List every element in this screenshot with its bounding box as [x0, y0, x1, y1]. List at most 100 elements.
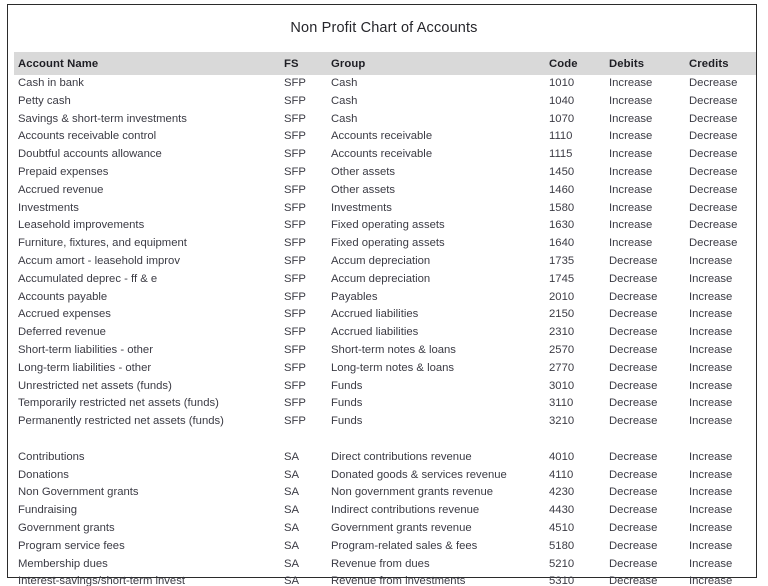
table-row[interactable]: Long-term liabilities - other SFP Long-ter… — [14, 360, 756, 378]
table-row[interactable]: Unrestricted net assets (funds) SFP Funds 3… — [14, 378, 756, 396]
cell-code: 1745 — [549, 272, 575, 285]
table-row[interactable]: Accrued revenue SFP Other assets 1460 Increa… — [14, 182, 756, 200]
cell-credits: Decrease — [689, 94, 738, 107]
cell-fs: SFP — [284, 130, 306, 143]
cell-account-name: Donations — [18, 468, 69, 481]
cell-code: 1640 — [549, 237, 575, 250]
table-row[interactable]: Leasehold improvements SFP Fixed operating… — [14, 217, 756, 235]
cell-fs: SA — [284, 468, 300, 481]
table-row[interactable]: Fundraising SA Indirect contributions reve… — [14, 502, 756, 520]
cell-group: Accounts receivable — [331, 148, 433, 161]
cell-fs: SA — [284, 575, 300, 586]
cell-group: Program-related sales & fees — [331, 539, 478, 552]
cell-fs: SA — [284, 539, 300, 552]
cell-account-name: Doubtful accounts allowance — [18, 148, 162, 161]
cell-fs: SFP — [284, 254, 306, 267]
cell-credits: Decrease — [689, 165, 738, 178]
table-header-row: Account Name FS Group Code Debits Credit… — [14, 52, 756, 75]
table-row[interactable]: Accounts receivable control SFP Accounts r… — [14, 128, 756, 146]
cell-fs: SFP — [284, 379, 306, 392]
column-header-group[interactable]: Group — [331, 52, 549, 75]
cell-fs: SFP — [284, 112, 306, 125]
table-row[interactable]: Accumulated deprec - ff & e SFP Accum depr… — [14, 271, 756, 289]
cell-fs: SA — [284, 521, 300, 534]
cell-credits: Increase — [689, 521, 733, 534]
cell-account-name: Accumulated deprec - ff & e — [18, 272, 158, 285]
cell-credits: Increase — [689, 557, 733, 570]
table-row[interactable]: Temporarily restricted net assets (funds… — [14, 395, 756, 413]
cell-group: Other assets — [331, 165, 396, 178]
table-spacer-cell — [549, 431, 609, 449]
cell-debits: Decrease — [609, 397, 658, 410]
cell-group: Cash — [331, 112, 358, 125]
table-row[interactable]: Petty cash SFP Cash 1040 Increase Decrease — [14, 93, 756, 111]
table-row[interactable]: Program service fees SA Program-related sa… — [14, 538, 756, 556]
cell-fs: SFP — [284, 183, 306, 196]
cell-fs: SA — [284, 486, 300, 499]
table-row[interactable]: Short-term liabilities - other SFP Short-t… — [14, 342, 756, 360]
cell-group: Government grants revenue — [331, 521, 472, 534]
cell-group: Revenue from dues — [331, 557, 430, 570]
table-row[interactable]: Government grants SA Government grants rev… — [14, 520, 756, 538]
cell-credits: Decrease — [689, 130, 738, 143]
column-header-credits[interactable]: Credits — [689, 52, 756, 75]
table-row[interactable]: Non Government grants SA Non government gr… — [14, 484, 756, 502]
cell-code: 2150 — [549, 308, 575, 321]
cell-account-name: Government grants — [18, 521, 115, 534]
cell-account-name: Leasehold improvements — [18, 219, 145, 232]
table-spacer-cell — [609, 431, 689, 449]
cell-fs: SFP — [284, 397, 306, 410]
cell-credits: Decrease — [689, 237, 738, 250]
cell-fs: SFP — [284, 290, 306, 303]
table-row[interactable]: Accrued expenses SFP Accrued liabilities 21… — [14, 306, 756, 324]
cell-account-name: Cash in bank — [18, 77, 84, 89]
table-row[interactable]: Prepaid expenses SFP Other assets 1450 Incre… — [14, 164, 756, 182]
cell-debits: Increase — [609, 77, 653, 89]
chart-of-accounts-table-wrap: Account Name FS Group Code Debits Credit… — [14, 52, 756, 586]
table-row[interactable]: Accounts payable SFP Payables 2010 Decrease I… — [14, 289, 756, 307]
cell-fs: SFP — [284, 219, 306, 232]
cell-debits: Decrease — [609, 361, 658, 374]
table-row[interactable]: Interest-savings/short-term invest SA Reve… — [14, 573, 756, 586]
cell-code: 2570 — [549, 343, 575, 356]
document-page: Non Profit Chart of Accounts Account Nam… — [0, 0, 768, 586]
table-row[interactable]: Furniture, fixtures, and equipment SFP Fix… — [14, 235, 756, 253]
cell-credits: Increase — [689, 486, 733, 499]
cell-fs: SFP — [284, 94, 306, 107]
cell-code: 1115 — [549, 148, 573, 161]
table-row[interactable]: Deferred revenue SFP Accrued liabilities 23… — [14, 324, 756, 342]
cell-code: 5180 — [549, 539, 575, 552]
table-row[interactable]: Accum amort - leasehold improv SFP Accum d… — [14, 253, 756, 271]
table-row[interactable]: Membership dues SA Revenue from dues 5210 De… — [14, 556, 756, 574]
cell-group: Investments — [331, 201, 392, 214]
cell-account-name: Fundraising — [18, 504, 78, 517]
table-row[interactable]: Investments SFP Investments 1580 Increase Dec… — [14, 200, 756, 218]
cell-code: 4110 — [549, 468, 574, 481]
table-row[interactable]: Doubtful accounts allowance SFP Accounts r… — [14, 146, 756, 164]
cell-code: 3210 — [549, 415, 575, 428]
cell-credits: Increase — [689, 397, 733, 410]
cell-code: 4510 — [549, 521, 575, 534]
table-row[interactable]: Contributions SA Direct contributions reve… — [14, 449, 756, 467]
cell-group: Revenue from investments — [331, 575, 466, 586]
table-row[interactable]: Cash in bank SFP Cash 1010 Increase Decrease — [14, 75, 756, 93]
cell-debits: Decrease — [609, 290, 658, 303]
table-row[interactable]: Permanently restricted net assets (funds… — [14, 413, 756, 431]
cell-code: 5210 — [549, 557, 575, 570]
column-header-debits[interactable]: Debits — [609, 52, 689, 75]
cell-debits: Decrease — [609, 468, 658, 481]
cell-credits: Increase — [689, 326, 733, 339]
table-row[interactable]: Savings & short-term investments SFP Cash 1… — [14, 111, 756, 129]
cell-group: Short-term notes & loans — [331, 343, 456, 356]
cell-account-name: Accum amort - leasehold improv — [18, 254, 180, 267]
cell-debits: Increase — [609, 148, 653, 161]
cell-code: 1630 — [549, 219, 575, 232]
cell-code: 1735 — [549, 254, 575, 267]
cell-credits: Decrease — [689, 201, 738, 214]
column-header-account-name[interactable]: Account Name — [14, 52, 284, 75]
column-header-code[interactable]: Code — [549, 52, 609, 75]
cell-code: 1040 — [549, 94, 575, 107]
cell-code: 4430 — [549, 504, 575, 517]
table-row[interactable]: Donations SA Donated goods & services reve… — [14, 467, 756, 485]
column-header-fs[interactable]: FS — [284, 52, 331, 75]
